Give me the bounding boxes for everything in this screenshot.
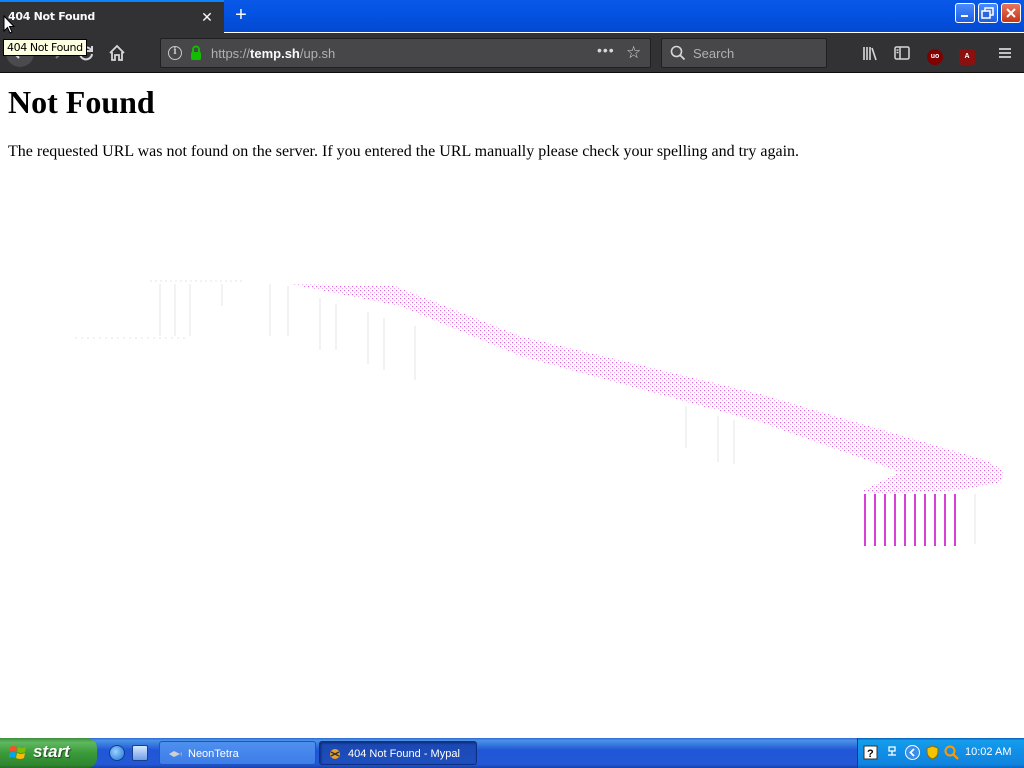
url-host: temp.sh: [250, 46, 300, 61]
search-icon: [670, 45, 686, 61]
extension-icon: A: [959, 49, 975, 65]
svg-text:?: ?: [867, 748, 874, 760]
restore-icon: [981, 7, 994, 19]
tab-title: 404 Not Found: [8, 10, 95, 23]
show-desktop-icon[interactable]: [132, 745, 148, 761]
menu-icon: [999, 48, 1011, 58]
clock: 10:02 AM: [965, 746, 1012, 758]
minimize-icon: [961, 15, 968, 17]
lock-icon[interactable]: [189, 45, 203, 61]
url-path: /up.sh: [299, 46, 336, 61]
windows-flag-icon: [9, 746, 26, 759]
system-tray: ? 10:02 AM: [857, 738, 1024, 768]
start-button[interactable]: start: [0, 738, 97, 768]
page-content: Not Found The requested URL was not foun…: [0, 74, 1024, 738]
url-text[interactable]: https://temp.sh/up.sh: [211, 46, 335, 61]
network-icon[interactable]: [885, 745, 900, 760]
home-button[interactable]: [105, 41, 129, 65]
home-icon: [109, 44, 125, 61]
search-input[interactable]: Search: [693, 46, 734, 61]
tab-close-icon[interactable]: ✕: [198, 8, 216, 26]
magnifier-icon[interactable]: [944, 745, 959, 760]
task-label: NeonTetra: [188, 748, 239, 760]
task-label: 404 Not Found - Mypal: [348, 748, 460, 760]
mypal-icon: [330, 749, 340, 759]
neontetra-icon: [169, 751, 182, 757]
library-button[interactable]: [860, 43, 880, 63]
window-close-button[interactable]: [1001, 3, 1021, 23]
help-icon[interactable]: ?: [863, 745, 878, 760]
menu-button[interactable]: [995, 43, 1015, 63]
info-icon[interactable]: i: [168, 46, 182, 60]
tab-tooltip: 404 Not Found: [3, 39, 87, 56]
search-bar[interactable]: Search: [661, 38, 827, 68]
library-icon: [863, 47, 877, 61]
sidebar-button[interactable]: [892, 43, 912, 63]
bookmark-star-icon[interactable]: ☆: [626, 43, 641, 63]
url-scheme: https://: [211, 46, 251, 61]
security-shield-icon[interactable]: [925, 745, 940, 760]
page-actions-icon[interactable]: •••: [597, 42, 615, 58]
taskbar-button-neontetra[interactable]: NeonTetra: [159, 741, 316, 765]
close-icon: [1006, 8, 1016, 18]
internet-explorer-icon[interactable]: [109, 745, 125, 761]
mouse-cursor-icon: [3, 15, 15, 34]
rendering-artifact: [75, 280, 1003, 546]
ublock-icon: uo: [927, 49, 943, 65]
minimize-button[interactable]: [955, 3, 975, 23]
taskbar: start NeonTetra 404 Not Found - Mypal ? …: [0, 738, 1024, 768]
new-tab-button[interactable]: +: [230, 5, 252, 27]
chevron-left-icon[interactable]: [905, 745, 920, 760]
taskbar-button-mypal[interactable]: 404 Not Found - Mypal: [319, 741, 477, 765]
nav-toolbar: i https://temp.sh/up.sh ••• ☆ Search uo …: [0, 33, 1024, 73]
start-label: start: [33, 742, 70, 761]
url-bar[interactable]: i https://temp.sh/up.sh ••• ☆: [160, 38, 651, 68]
ublock-button[interactable]: uo: [925, 43, 945, 65]
extension-button[interactable]: A: [957, 43, 977, 65]
title-bar: 404 Not Found ✕ +: [0, 0, 1024, 33]
restore-button[interactable]: [978, 3, 998, 23]
tab-active[interactable]: 404 Not Found ✕: [0, 0, 224, 33]
sidebar-icon: [894, 46, 910, 60]
